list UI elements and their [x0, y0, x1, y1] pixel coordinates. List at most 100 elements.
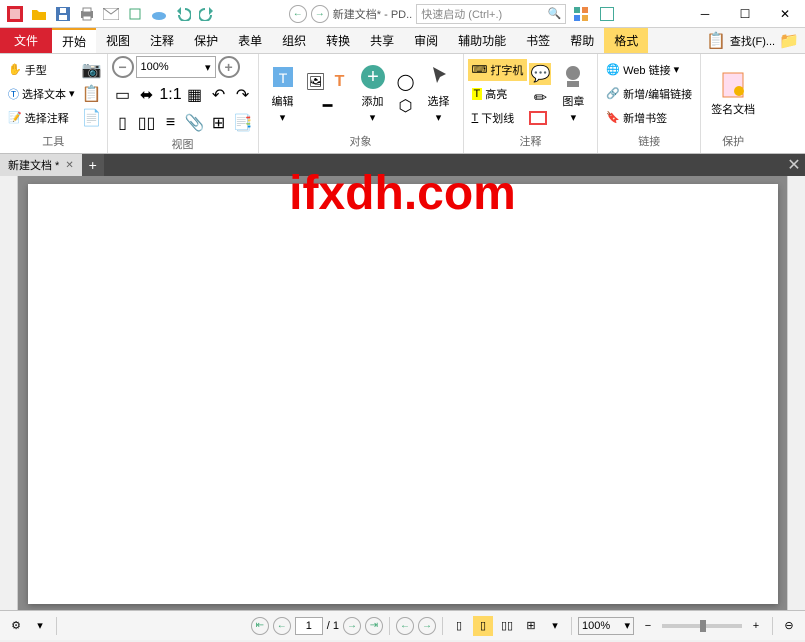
nav-forward-icon[interactable]: →	[311, 5, 329, 23]
highlight-tool[interactable]: T高亮	[468, 83, 528, 105]
paste-tool-icon[interactable]: 📄	[81, 107, 103, 129]
menu-annotate[interactable]: 注释	[140, 28, 184, 53]
menu-help[interactable]: 帮助	[560, 28, 604, 53]
undo-icon[interactable]	[172, 3, 194, 25]
app-icon[interactable]	[4, 3, 26, 25]
two-page-view-icon[interactable]: ▯▯	[497, 616, 517, 636]
fit-page-icon[interactable]: ▭	[112, 84, 134, 106]
open-icon[interactable]	[28, 3, 50, 25]
next-page-icon[interactable]: →	[343, 617, 361, 635]
image-icon[interactable]: 🖼	[305, 71, 327, 93]
zoom-in-button[interactable]: +	[218, 56, 240, 78]
zoom-combo[interactable]: 100%▾	[136, 56, 216, 78]
nav-back-icon[interactable]: ←	[289, 5, 307, 23]
typewriter-tool[interactable]: ⌨打字机	[468, 59, 528, 81]
add-button[interactable]: + 添加▾	[353, 59, 393, 128]
menu-file[interactable]: 文件	[0, 28, 52, 53]
clipboard-tool-icon[interactable]: 📋	[81, 83, 103, 105]
stamp-button[interactable]: 图章▾	[553, 59, 593, 128]
chevron-down-icon[interactable]: ▾	[30, 616, 50, 636]
right-panel-gutter[interactable]	[787, 176, 805, 610]
rect-icon[interactable]	[529, 111, 547, 125]
fullscreen-icon[interactable]	[596, 3, 618, 25]
line-icon[interactable]: ━	[305, 95, 351, 117]
zoom-out-button[interactable]: −	[112, 56, 134, 78]
attachment-icon[interactable]: 📎	[184, 112, 206, 134]
menu-review[interactable]: 审阅	[404, 28, 448, 53]
menu-forms[interactable]: 表单	[228, 28, 272, 53]
first-page-icon[interactable]: ⇤	[251, 617, 269, 635]
save-icon[interactable]	[52, 3, 74, 25]
folder-find-icon[interactable]: 📁	[779, 31, 799, 51]
continuous-icon[interactable]: ≡	[160, 112, 182, 134]
page-thumb-icon[interactable]: ⊞	[208, 112, 230, 134]
menu-view[interactable]: 视图	[96, 28, 140, 53]
shape-icon[interactable]: ◯	[395, 71, 417, 93]
single-page-view-icon[interactable]: ▯	[449, 616, 469, 636]
page-viewport[interactable]	[18, 176, 787, 610]
zoom-thumb[interactable]	[700, 620, 706, 632]
menu-organize[interactable]: 组织	[272, 28, 316, 53]
shape2-icon[interactable]: ⬡	[395, 95, 417, 117]
zoom-slider[interactable]	[662, 624, 742, 628]
maximize-button[interactable]: ☐	[725, 0, 765, 28]
new-tab-button[interactable]: +	[82, 154, 104, 176]
tab-close-icon[interactable]: ✕	[65, 160, 73, 171]
redo-icon[interactable]	[196, 3, 218, 25]
menu-bookmarks[interactable]: 书签	[516, 28, 560, 53]
prev-page-icon[interactable]: ←	[273, 617, 291, 635]
page-layout-icon[interactable]: ▦	[184, 84, 206, 106]
options-gear-icon[interactable]: ⚙	[6, 616, 26, 636]
menu-convert[interactable]: 转换	[316, 28, 360, 53]
new-bookmark-tool[interactable]: 🔖新增书签	[602, 107, 696, 129]
left-panel-gutter[interactable]	[0, 176, 18, 610]
camera-icon[interactable]: 📷	[81, 59, 103, 81]
menu-accessibility[interactable]: 辅助功能	[448, 28, 516, 53]
pencil-icon[interactable]: ✏	[529, 87, 551, 109]
fit-toggle-icon[interactable]: ⊖	[779, 616, 799, 636]
menu-start[interactable]: 开始	[52, 28, 96, 53]
minimize-button[interactable]: ─	[685, 0, 725, 28]
history-fwd-icon[interactable]: →	[418, 617, 436, 635]
cloud-icon[interactable]	[148, 3, 170, 25]
rotate-left-icon[interactable]: ↶	[208, 84, 230, 106]
page-nav-icon[interactable]: 📑	[232, 112, 254, 134]
menu-share[interactable]: 共享	[360, 28, 404, 53]
web-link-tool[interactable]: 🌐Web 链接▾	[602, 59, 696, 81]
email-icon[interactable]	[100, 3, 122, 25]
select-button[interactable]: 选择▾	[419, 59, 459, 128]
scan-icon[interactable]	[124, 3, 146, 25]
zoom-out-icon[interactable]: −	[638, 616, 658, 636]
tabstrip-close-icon[interactable]: ✕	[783, 154, 805, 176]
select-text-tool[interactable]: Ⓣ选择文本▾	[4, 83, 79, 105]
print-icon[interactable]	[76, 3, 98, 25]
last-page-icon[interactable]: ⇥	[365, 617, 383, 635]
menu-protect[interactable]: 保护	[184, 28, 228, 53]
history-back-icon[interactable]: ←	[396, 617, 414, 635]
page-number-input[interactable]	[295, 617, 323, 635]
clipboard-icon[interactable]: 📋	[706, 31, 726, 51]
underline-tool[interactable]: T下划线	[468, 107, 528, 129]
hand-tool[interactable]: ✋手型	[4, 59, 79, 81]
close-button[interactable]: ✕	[765, 0, 805, 28]
actual-size-icon[interactable]: 1:1	[160, 84, 182, 106]
single-page-icon[interactable]: ▯	[112, 112, 134, 134]
menu-format[interactable]: 格式	[604, 28, 648, 53]
edit-button[interactable]: T 编辑▾	[263, 59, 303, 128]
note-tool-icon[interactable]: 💬	[529, 63, 551, 85]
select-annot-tool[interactable]: 📝选择注释	[4, 107, 79, 129]
menu-find[interactable]: 查找(F)...	[730, 33, 775, 49]
document-tab[interactable]: 新建文档 * ✕	[0, 154, 82, 176]
quick-launch-input[interactable]: 快速启动 (Ctrl+.) 🔍	[416, 4, 566, 24]
edit-link-tool[interactable]: 🔗新增/编辑链接	[602, 83, 696, 105]
text-icon[interactable]: T	[329, 71, 351, 93]
status-zoom-combo[interactable]: 100%▾	[578, 617, 634, 635]
rotate-right-icon[interactable]: ↷	[232, 84, 254, 106]
two-page-icon[interactable]: ▯▯	[136, 112, 158, 134]
fit-width-icon[interactable]: ⬌	[136, 84, 158, 106]
two-continuous-icon[interactable]: ⊞	[521, 616, 541, 636]
sign-doc-button[interactable]: 签名文档	[705, 67, 761, 121]
app-switch-icon[interactable]	[570, 3, 592, 25]
page-canvas[interactable]	[28, 184, 778, 604]
chevron-down-icon[interactable]: ▾	[545, 616, 565, 636]
